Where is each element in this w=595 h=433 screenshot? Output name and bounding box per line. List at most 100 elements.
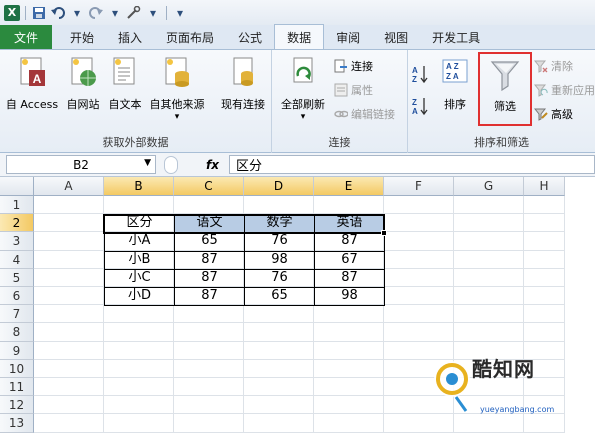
column-header[interactable]: E <box>314 177 384 196</box>
grid-cell[interactable] <box>384 196 454 215</box>
grid-cell[interactable] <box>34 232 104 251</box>
column-header[interactable]: H <box>524 177 565 196</box>
chevron-down-icon[interactable]: ▼ <box>144 158 151 168</box>
grid-cell[interactable] <box>174 414 244 433</box>
table-cell[interactable]: 小C <box>104 268 175 288</box>
tab-file[interactable]: 文件 <box>0 25 52 49</box>
edit-links-button[interactable]: 编辑链接 <box>334 106 395 122</box>
grid-cell[interactable] <box>314 359 384 378</box>
grid-cell[interactable] <box>314 396 384 415</box>
grid-cell[interactable] <box>34 359 104 378</box>
grid-cell[interactable] <box>454 287 524 306</box>
grid-cell[interactable] <box>104 341 174 360</box>
sort-ascending-button[interactable]: AZ <box>412 64 428 84</box>
undo-icon[interactable] <box>50 4 66 22</box>
table-cell[interactable]: 87 <box>174 287 245 307</box>
grid-cell[interactable] <box>524 287 565 306</box>
grid-cell[interactable] <box>174 341 244 360</box>
column-header[interactable]: D <box>244 177 314 196</box>
grid-cell[interactable] <box>314 323 384 342</box>
table-header-cell[interactable]: 区分 <box>104 214 175 234</box>
column-header[interactable]: F <box>384 177 454 196</box>
from-other-sources-button[interactable]: 自其他来源 ▾ <box>146 56 208 122</box>
tab-insert[interactable]: 插入 <box>106 25 154 49</box>
grid-cell[interactable] <box>34 250 104 269</box>
grid-cell[interactable] <box>454 250 524 269</box>
grid-cell[interactable] <box>524 196 565 215</box>
grid-cell[interactable] <box>34 323 104 342</box>
row-header[interactable]: 13 <box>0 414 34 433</box>
grid-cell[interactable] <box>384 250 454 269</box>
table-cell[interactable]: 87 <box>314 232 385 252</box>
grid-cell[interactable] <box>244 359 314 378</box>
grid-cell[interactable] <box>384 268 454 287</box>
row-header[interactable]: 1 <box>0 196 34 215</box>
row-header[interactable]: 8 <box>0 323 34 342</box>
tab-formulas[interactable]: 公式 <box>226 25 274 49</box>
table-cell[interactable]: 65 <box>244 287 315 307</box>
row-header[interactable]: 2 <box>0 214 34 233</box>
filter-button[interactable]: 筛选 <box>478 52 532 126</box>
grid-cell[interactable] <box>454 232 524 251</box>
table-cell[interactable]: 小A <box>104 232 175 252</box>
row-header[interactable]: 9 <box>0 341 34 360</box>
save-icon[interactable] <box>31 4 47 22</box>
table-cell[interactable]: 87 <box>314 268 385 288</box>
grid-cell[interactable] <box>384 214 454 233</box>
grid-cell[interactable] <box>104 323 174 342</box>
grid-cell[interactable] <box>104 414 174 433</box>
table-header-cell[interactable]: 语文 <box>174 214 245 234</box>
row-header[interactable]: 12 <box>0 396 34 415</box>
grid-cell[interactable] <box>244 196 314 215</box>
properties-button[interactable]: 属性 <box>334 82 373 98</box>
tools-icon[interactable] <box>126 4 142 22</box>
grid-cell[interactable] <box>174 359 244 378</box>
from-access-button[interactable]: A 自 Access <box>2 56 62 112</box>
table-cell[interactable]: 98 <box>314 287 385 307</box>
grid-cell[interactable] <box>524 305 565 324</box>
tab-review[interactable]: 审阅 <box>324 25 372 49</box>
grid-cell[interactable] <box>454 323 524 342</box>
column-header[interactable]: A <box>34 177 104 196</box>
grid-cell[interactable] <box>174 323 244 342</box>
grid-cell[interactable] <box>34 396 104 415</box>
column-header[interactable]: G <box>454 177 524 196</box>
grid-cell[interactable] <box>104 359 174 378</box>
row-header[interactable]: 6 <box>0 287 34 306</box>
grid-cell[interactable] <box>244 414 314 433</box>
tab-data[interactable]: 数据 <box>274 24 325 49</box>
grid-cell[interactable] <box>174 305 244 324</box>
clear-filter-button[interactable]: 清除 <box>533 58 573 74</box>
column-header[interactable]: C <box>174 177 244 196</box>
row-header[interactable]: 5 <box>0 268 34 287</box>
grid-cell[interactable] <box>104 196 174 215</box>
connections-button[interactable]: 连接 <box>334 58 373 74</box>
sort-descending-button[interactable]: ZA <box>412 96 428 116</box>
grid-cell[interactable] <box>314 378 384 397</box>
tools-dropdown-icon[interactable]: ▾ <box>145 4 161 22</box>
row-header[interactable]: 3 <box>0 232 34 251</box>
grid-cell[interactable] <box>384 323 454 342</box>
refresh-all-button[interactable]: 全部刷新 ▾ <box>276 56 330 122</box>
table-header-cell[interactable]: 数学 <box>244 214 315 234</box>
insert-function-icon[interactable]: fx <box>206 158 219 172</box>
grid-cell[interactable] <box>34 414 104 433</box>
grid-cell[interactable] <box>34 341 104 360</box>
grid-cell[interactable] <box>454 268 524 287</box>
grid-cell[interactable] <box>384 232 454 251</box>
grid-cell[interactable] <box>524 250 565 269</box>
grid-cell[interactable] <box>34 196 104 215</box>
grid-cell[interactable] <box>454 214 524 233</box>
table-cell[interactable]: 98 <box>244 250 315 270</box>
grid-cell[interactable] <box>174 378 244 397</box>
select-all-corner[interactable] <box>0 177 34 196</box>
table-cell[interactable]: 87 <box>174 268 245 288</box>
table-cell[interactable]: 65 <box>174 232 245 252</box>
grid-cell[interactable] <box>34 268 104 287</box>
grid-cell[interactable] <box>244 341 314 360</box>
sort-button[interactable]: A ZZ A 排序 <box>438 56 472 112</box>
table-cell[interactable]: 小B <box>104 250 175 270</box>
grid-cell[interactable] <box>314 196 384 215</box>
grid-cell[interactable] <box>524 268 565 287</box>
table-cell[interactable]: 小D <box>104 287 175 307</box>
